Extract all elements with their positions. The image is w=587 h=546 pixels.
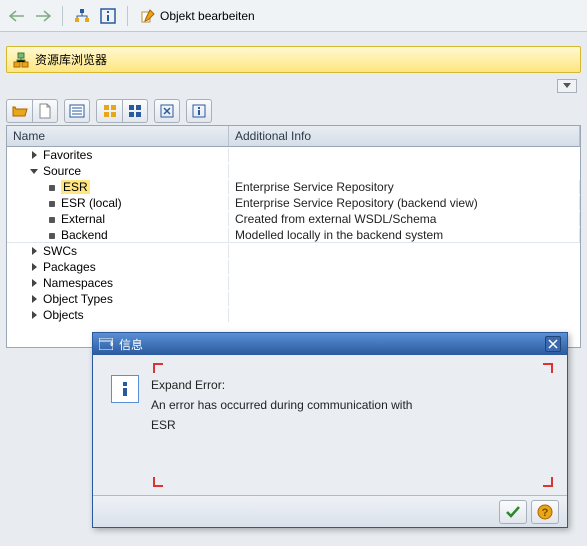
pencil-icon <box>140 8 156 24</box>
expand-all-button[interactable] <box>96 99 122 123</box>
tree-node-label: Namespaces <box>43 276 113 290</box>
tree-row[interactable]: Object Types <box>7 291 580 307</box>
tree-node-info: Enterprise Service Repository (backend v… <box>229 196 580 210</box>
tree-row[interactable]: ESR (local) Enterprise Service Repository… <box>7 195 580 211</box>
corner-marker <box>543 363 553 373</box>
tree-node-info: Modelled locally in the backend system <box>229 228 580 243</box>
expand-toggle[interactable] <box>29 310 39 320</box>
tree-row[interactable]: ESR Enterprise Service Repository <box>7 179 580 195</box>
tree-node-label: Favorites <box>43 148 92 162</box>
bullet-icon <box>49 185 55 191</box>
combo-row <box>0 77 587 97</box>
tree-row[interactable]: Backend Modelled locally in the backend s… <box>7 227 580 243</box>
dialog-message: Expand Error: An error has occurred duri… <box>151 375 412 435</box>
dialog-line3: ESR <box>151 415 412 435</box>
close-panel-button[interactable] <box>154 99 180 123</box>
tree-node-label: Object Types <box>43 292 113 306</box>
dialog-title-text: 信息 <box>119 336 143 353</box>
edit-object-button[interactable]: Objekt bearbeiten <box>136 6 259 26</box>
repository-browser-title: 资源库浏览器 <box>6 46 581 73</box>
dialog-close-button[interactable] <box>545 336 561 352</box>
tree-node-info: Enterprise Service Repository <box>229 180 580 194</box>
chevron-down-icon <box>563 83 571 89</box>
tree-node-label: External <box>61 212 105 226</box>
info-dialog: 信息 Expand Error: An error has occurred d… <box>92 332 568 528</box>
bullet-icon <box>49 233 55 239</box>
window-icon <box>99 338 113 350</box>
collapse-icon <box>128 104 142 118</box>
help-icon: ? <box>537 504 553 520</box>
tree-node-label: Objects <box>43 308 84 322</box>
toolbar-separator <box>62 6 63 26</box>
ok-button[interactable] <box>499 500 527 524</box>
hierarchy-icon[interactable] <box>71 5 93 27</box>
folder-open-icon <box>12 104 28 118</box>
grid-header: Name Additional Info <box>7 126 580 147</box>
arrow-left-icon <box>9 10 25 22</box>
edit-object-label: Objekt bearbeiten <box>160 9 255 23</box>
tree-node-label: Packages <box>43 260 96 274</box>
tree-node-label: Backend <box>61 228 108 242</box>
tree-row[interactable]: Source <box>7 163 580 179</box>
repository-title-text: 资源库浏览器 <box>35 51 107 68</box>
check-icon <box>505 505 521 519</box>
icon-toolbar <box>6 97 581 125</box>
expand-toggle[interactable] <box>29 278 39 288</box>
expand-icon <box>103 104 117 118</box>
list-icon <box>69 104 85 118</box>
tree-row[interactable]: Objects <box>7 307 580 323</box>
close-icon <box>548 339 558 349</box>
display-button[interactable] <box>64 99 90 123</box>
info-icon[interactable] <box>97 5 119 27</box>
info-panel-button[interactable] <box>186 99 212 123</box>
tree-node-label: ESR <box>61 180 90 194</box>
back-button[interactable] <box>6 5 28 27</box>
forward-button[interactable] <box>32 5 54 27</box>
tree-row[interactable]: SWCs <box>7 243 580 259</box>
expand-toggle[interactable] <box>29 262 39 272</box>
tree-row[interactable]: Packages <box>7 259 580 275</box>
expand-toggle[interactable] <box>29 246 39 256</box>
info-icon <box>111 375 139 403</box>
tree-node-info: Created from external WSDL/Schema <box>229 212 580 226</box>
tree-node-label: SWCs <box>43 244 77 258</box>
open-button[interactable] <box>6 99 32 123</box>
new-button[interactable] <box>32 99 58 123</box>
svg-text:?: ? <box>542 507 549 519</box>
tree-row[interactable]: External Created from external WSDL/Schem… <box>7 211 580 227</box>
tree-node-label: ESR (local) <box>61 196 122 210</box>
tree-row[interactable]: Namespaces <box>7 275 580 291</box>
help-button[interactable]: ? <box>531 500 559 524</box>
dialog-line2: An error has occurred during communicati… <box>151 395 412 415</box>
document-icon <box>38 103 52 119</box>
tree-grid: Name Additional Info FavoritesSourceESRE… <box>6 125 581 348</box>
expand-toggle[interactable] <box>29 150 39 160</box>
arrow-right-icon <box>35 10 51 22</box>
corner-marker <box>153 477 163 487</box>
col-info[interactable]: Additional Info <box>229 126 580 146</box>
corner-marker <box>543 477 553 487</box>
dialog-titlebar[interactable]: 信息 <box>93 333 567 355</box>
corner-marker <box>153 363 163 373</box>
main-toolbar: Objekt bearbeiten <box>0 0 587 32</box>
toolbar-separator <box>127 6 128 26</box>
col-name[interactable]: Name <box>7 126 229 146</box>
bullet-icon <box>49 217 55 223</box>
dialog-footer: ? <box>93 495 567 527</box>
collapse-all-button[interactable] <box>122 99 148 123</box>
tree-node-label: Source <box>43 164 81 178</box>
bullet-icon <box>49 201 55 207</box>
tree-row[interactable]: Favorites <box>7 147 580 163</box>
expand-toggle[interactable] <box>29 294 39 304</box>
info-box-icon <box>192 104 206 118</box>
dropdown-trigger[interactable] <box>557 79 577 93</box>
dialog-line1: Expand Error: <box>151 375 412 395</box>
x-box-icon <box>160 104 174 118</box>
org-icon <box>13 52 29 68</box>
dialog-body: Expand Error: An error has occurred duri… <box>93 355 567 495</box>
collapse-toggle[interactable] <box>29 166 39 176</box>
tree-body[interactable]: Favorites Source ESR Enterprise Service Rep… <box>7 147 580 347</box>
